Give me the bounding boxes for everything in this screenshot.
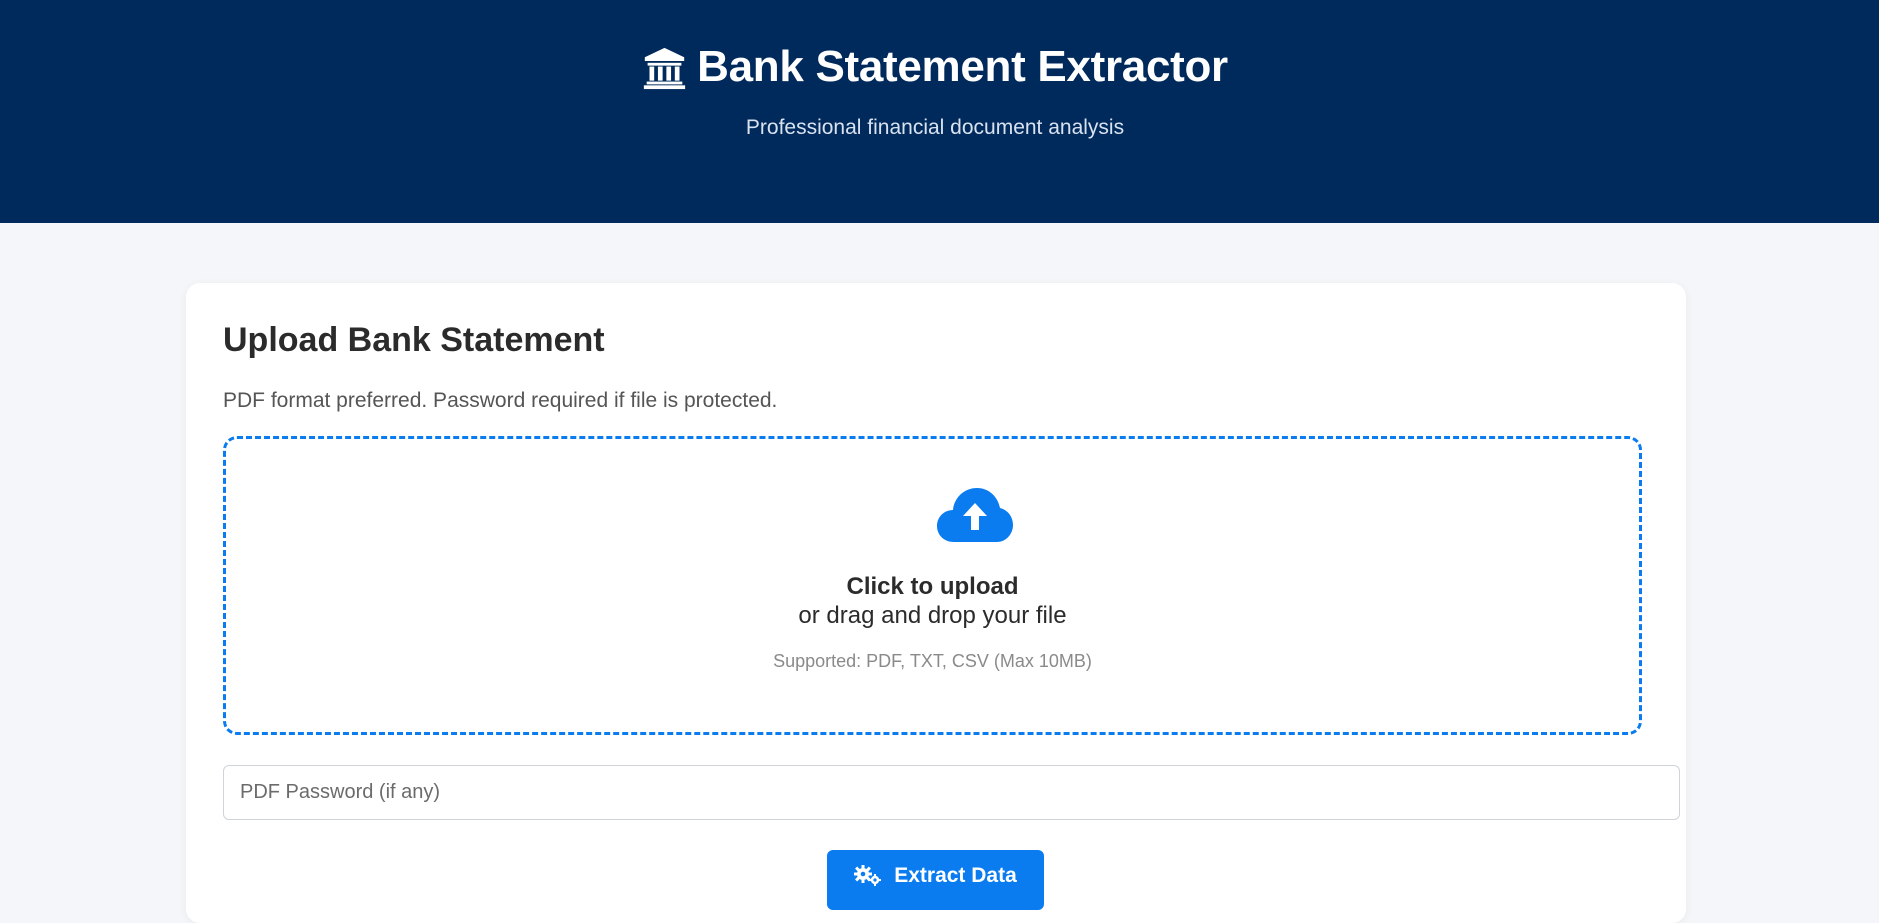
extract-button-label: Extract Data	[894, 864, 1017, 887]
page-subtitle: Professional financial document analysis	[745, 116, 1125, 139]
title-row: Bank Statement Extractor	[0, 42, 1870, 92]
page-title: Bank Statement Extractor	[697, 42, 1228, 91]
extract-data-button[interactable]: Extract Data	[827, 850, 1044, 910]
dropzone-secondary-text: or drag and drop your file	[798, 602, 1067, 629]
card-description: PDF format preferred. Password required …	[223, 389, 778, 412]
page-header: Bank Statement Extractor Professional fi…	[0, 0, 1879, 223]
dropzone-hint: Supported: PDF, TXT, CSV (Max 10MB)	[773, 651, 1092, 671]
upload-card: Upload Bank Statement PDF format preferr…	[186, 283, 1686, 923]
dropzone-primary-text: Click to upload	[846, 573, 1019, 600]
bank-icon	[644, 47, 686, 89]
cloud-upload-icon	[937, 488, 1013, 542]
file-dropzone[interactable]: Click to upload or drag and drop your fi…	[223, 436, 1642, 735]
gears-icon	[854, 865, 882, 886]
card-title: Upload Bank Statement	[223, 321, 605, 359]
pdf-password-input[interactable]	[223, 765, 1680, 820]
